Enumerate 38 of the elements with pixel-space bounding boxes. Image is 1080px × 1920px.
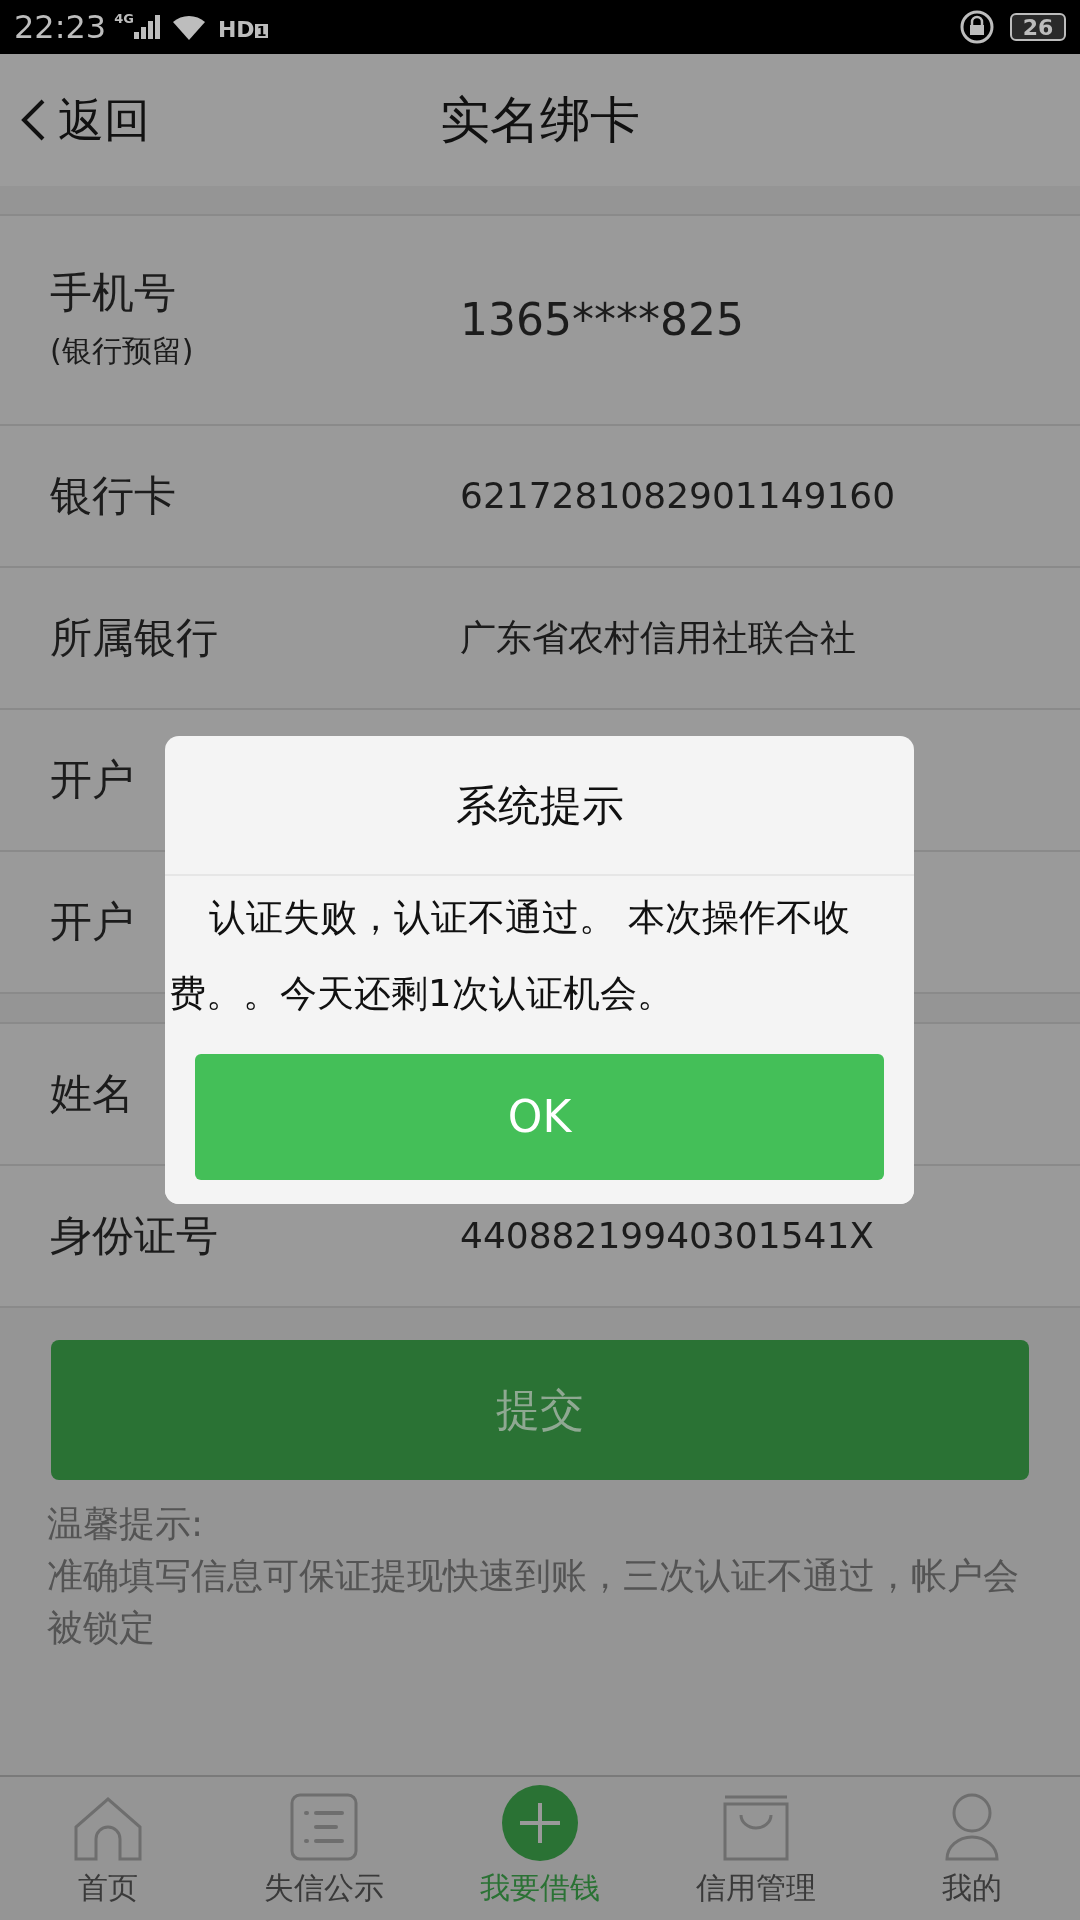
field-value: 1365****825 [460,293,744,347]
rotation-lock-icon [960,10,994,44]
tab-item[interactable]: 首页 [0,1777,216,1920]
call-mode: HD [217,15,255,44]
field-label: 所属银行 [50,611,218,664]
tab-item[interactable]: 我的 [864,1777,1080,1920]
plus-icon [502,1785,578,1861]
sim-number: 1 [254,24,269,38]
signal-icon [133,14,160,40]
tips-title: 温馨提示: [47,1502,205,1546]
list-icon [290,1793,358,1861]
tips-text: 准确填写信息可保证提现快速到账，三次认证不通过，帐户会被锁定 [47,1554,1020,1650]
field-hint: (银行预留) [50,331,194,370]
dialog-message: 认证失败，认证不通过。 本次操作不收费。。今天还剩1次认证机会。 [168,895,851,1017]
battery-indicator: 26 [1010,13,1066,41]
field-label: 姓名 [50,1067,134,1120]
field-value: 6217281082901149160 [460,474,896,518]
tab-item[interactable]: 我要借钱 [432,1777,648,1920]
home-icon [73,1797,143,1861]
field-label: 开户 [50,895,134,948]
page-title: 实名绑卡 [440,89,640,151]
ok-button[interactable]: OK [195,1054,884,1180]
tab-item[interactable]: 失信公示 [216,1777,432,1920]
person-icon [945,1793,999,1861]
back-icon [20,98,46,142]
field-value: 44088219940301541X [460,1214,875,1258]
field-label: 银行卡 [50,469,176,522]
back-button[interactable]: 返回 [20,85,150,155]
bag-icon [723,1795,789,1861]
network-type: 4G [114,10,134,29]
clock-time: 22:23 [14,7,107,48]
field-label: 开户 [50,753,134,806]
wifi-icon [171,13,206,41]
field-label: 手机号 [50,267,176,320]
field-value: 广东省农村信用社联合社 [460,616,856,660]
dialog-title: 系统提示 [455,779,624,832]
tab-item[interactable]: 信用管理 [648,1777,864,1920]
field-label: 身份证号 [50,1209,218,1262]
